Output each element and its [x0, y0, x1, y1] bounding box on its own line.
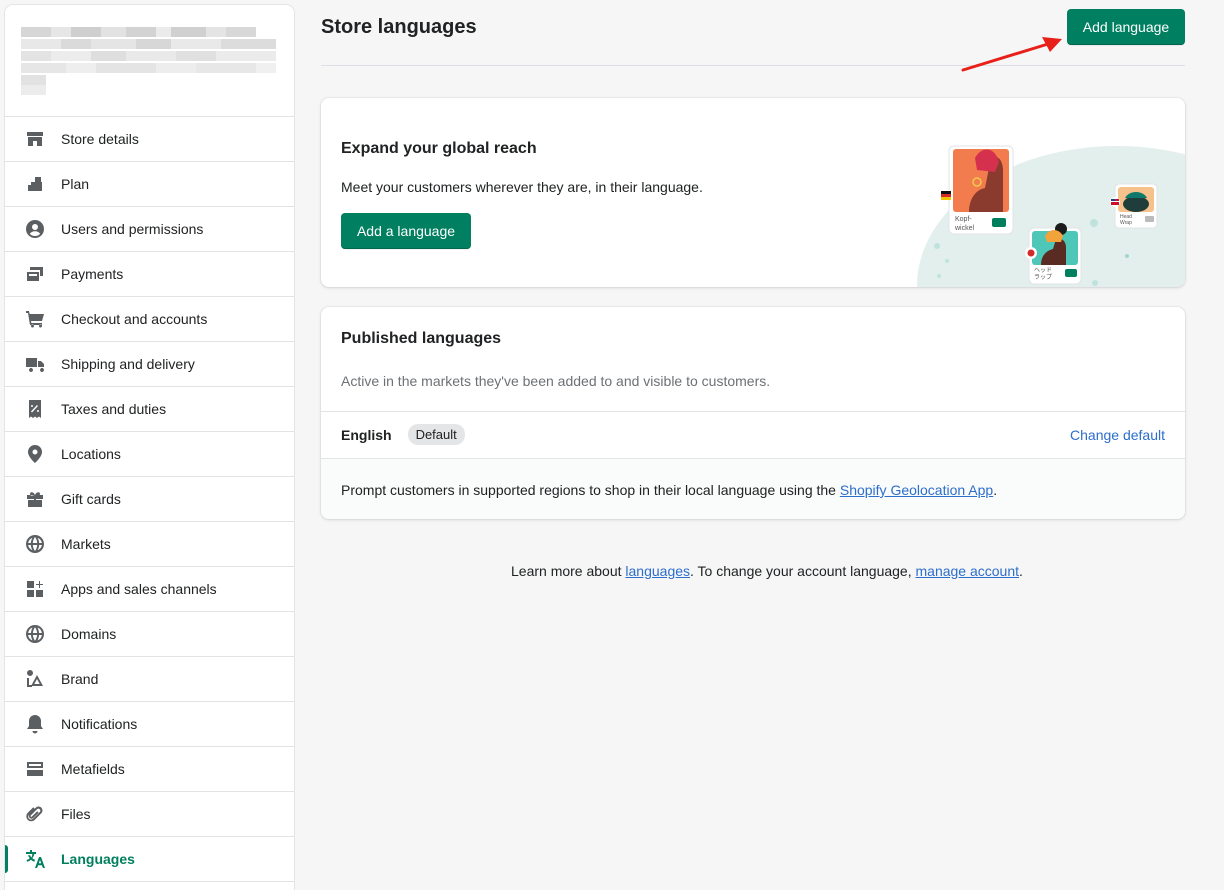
languages-link[interactable]: languages: [625, 563, 690, 579]
published-languages-card: Published languages Active in the market…: [321, 307, 1185, 519]
footer-help-text: Learn more about languages. To change yo…: [0, 563, 1224, 579]
sidebar-item-label: Metafields: [61, 761, 125, 777]
card-divider: [321, 411, 1185, 412]
global-reach-illustration: Kopf- wickel ヘッド ラップ Head Wrap: [917, 145, 1185, 287]
store-name-blurred: [5, 5, 294, 117]
red-arrow-annotation: [961, 37, 1062, 72]
published-subtitle: Active in the markets they've been added…: [341, 373, 771, 389]
sidebar-item-label: Taxes and duties: [61, 401, 167, 417]
sidebar-item-label: Domains: [61, 626, 117, 642]
default-badge: Default: [407, 424, 465, 445]
bell-icon: [25, 714, 45, 734]
geolocation-prompt-section: Prompt customers in supported regions to…: [321, 458, 1185, 519]
sidebar-item-label: Apps and sales channels: [61, 581, 217, 597]
change-default-link[interactable]: Change default: [1070, 427, 1165, 443]
settings-sidebar: Store details Plan Users and permissions…: [5, 5, 294, 890]
brand-icon: [25, 669, 45, 689]
add-language-button[interactable]: Add language: [1067, 9, 1185, 45]
illustration-label-headwrap-ja-line1: ヘッド: [1034, 267, 1052, 274]
sidebar-item-gift-cards[interactable]: Gift cards: [5, 477, 294, 522]
footer-middle: . To change your account language,: [690, 563, 916, 579]
sidebar-item-metafields[interactable]: Metafields: [5, 747, 294, 792]
sidebar-item-locations[interactable]: Locations: [5, 432, 294, 477]
sidebar-item-store-details[interactable]: Store details: [5, 117, 294, 162]
apps-icon: [25, 579, 45, 599]
language-row: English Default: [341, 424, 465, 445]
page-title: Store languages: [321, 16, 477, 38]
sidebar-item-label: Payments: [61, 266, 124, 282]
sidebar-item-label: Brand: [61, 671, 99, 687]
sidebar-item-label: Shipping and delivery: [61, 356, 195, 372]
sidebar-item-shipping-and-delivery[interactable]: Shipping and delivery: [5, 342, 294, 387]
user-circle-icon: [25, 219, 45, 239]
sidebar-item-label: Gift cards: [61, 491, 121, 507]
sidebar-item-users-and-permissions[interactable]: Users and permissions: [5, 207, 294, 252]
promo-card: Expand your global reach Meet your custo…: [321, 98, 1185, 287]
store-icon: [25, 129, 45, 149]
sidebar-item-languages[interactable]: Languages: [5, 837, 294, 882]
translate-icon: [25, 849, 45, 869]
sidebar-item-label: Users and permissions: [61, 221, 204, 237]
sidebar-item-taxes-and-duties[interactable]: Taxes and duties: [5, 387, 294, 432]
globe-markets-icon: [25, 534, 45, 554]
promo-title: Expand your global reach: [341, 140, 537, 157]
sidebar-item-markets[interactable]: Markets: [5, 522, 294, 567]
prompt-prefix: Prompt customers in supported regions to…: [341, 482, 840, 498]
sidebar-item-label: Markets: [61, 536, 111, 552]
sidebar-item-label: Plan: [61, 176, 90, 192]
add-a-language-button[interactable]: Add a language: [341, 213, 471, 249]
footer-suffix: .: [1019, 563, 1023, 579]
sidebar-item-label: Languages: [61, 851, 135, 867]
sidebar-item-label: Store details: [61, 131, 139, 147]
paperclip-icon: [25, 804, 45, 824]
sidebar-item-files[interactable]: Files: [5, 792, 294, 837]
illustration-label-kopfwickel-line1: Kopf-: [955, 216, 972, 223]
geolocation-app-link[interactable]: Shopify Geolocation App: [840, 482, 993, 498]
plan-icon: [25, 174, 45, 194]
illustration-label-headwrap-ja-line2: ラップ: [1034, 274, 1052, 281]
sidebar-item-payments[interactable]: Payments: [5, 252, 294, 297]
language-name: English: [341, 426, 392, 443]
sidebar-item-label: Checkout and accounts: [61, 311, 208, 327]
sidebar-item-label: Files: [61, 806, 91, 822]
payments-icon: [25, 264, 45, 284]
sidebar-item-notifications[interactable]: Notifications: [5, 702, 294, 747]
sidebar-item-label: Locations: [61, 446, 121, 462]
footer-prefix: Learn more about: [511, 563, 626, 579]
manage-account-link[interactable]: manage account: [916, 563, 1020, 579]
sidebar-item-checkout-and-accounts[interactable]: Checkout and accounts: [5, 297, 294, 342]
prompt-suffix: .: [993, 482, 998, 498]
sidebar-item-plan[interactable]: Plan: [5, 162, 294, 207]
published-title: Published languages: [341, 330, 502, 347]
globe-icon: [25, 624, 45, 644]
sidebar-item-domains[interactable]: Domains: [5, 612, 294, 657]
geolocation-prompt-text: Prompt customers in supported regions to…: [341, 482, 997, 498]
sidebar-item-brand[interactable]: Brand: [5, 657, 294, 702]
sidebar-item-label: Notifications: [61, 716, 138, 732]
gift-icon: [25, 489, 45, 509]
promo-text: Meet your customers wherever they are, i…: [341, 179, 703, 195]
truck-icon: [25, 354, 45, 374]
location-pin-icon: [25, 444, 45, 464]
illustration-label-headwrap-line2: Wrap: [1120, 220, 1132, 226]
illustration-label-kopfwickel-line2: wickel: [954, 225, 975, 232]
metafields-icon: [25, 759, 45, 779]
cart-icon: [25, 309, 45, 329]
receipt-percent-icon: [25, 399, 45, 419]
